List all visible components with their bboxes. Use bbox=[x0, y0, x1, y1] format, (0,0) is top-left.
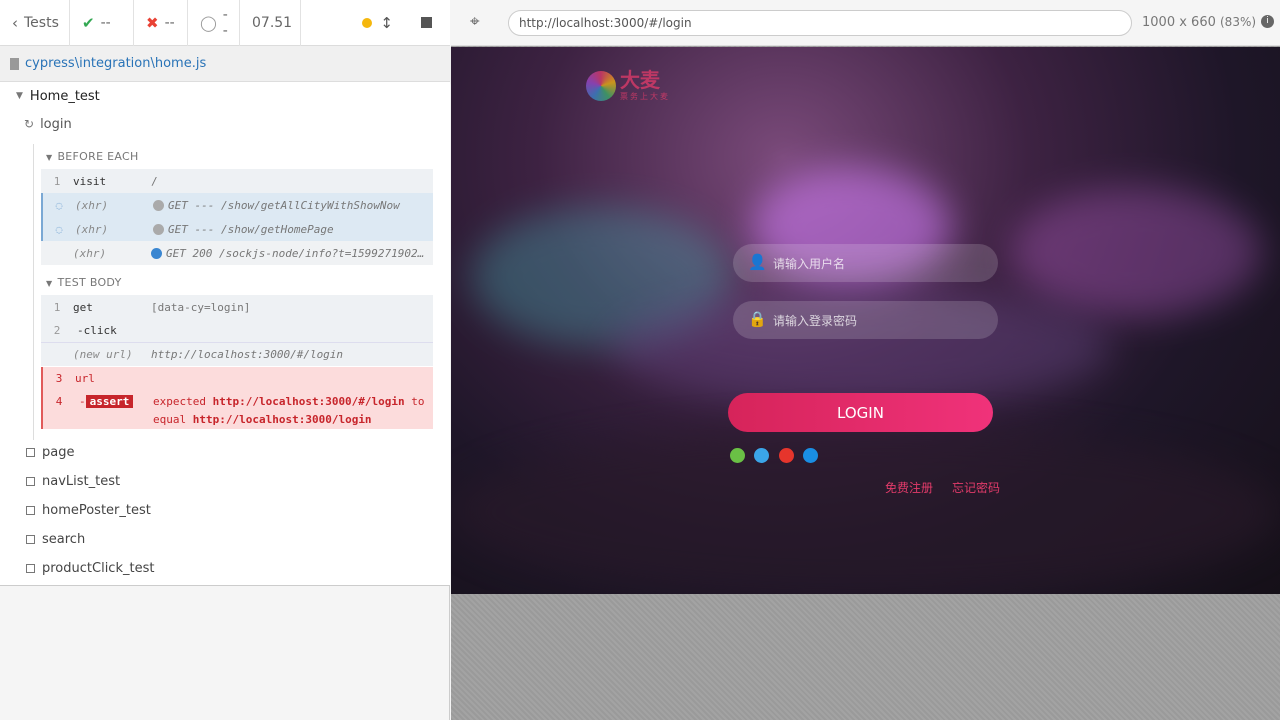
chevron-left-icon: ‹ bbox=[12, 13, 18, 32]
lock-icon: 🔒 bbox=[748, 310, 767, 328]
test-search[interactable]: search bbox=[26, 532, 85, 547]
spinner-icon: ◌ bbox=[55, 222, 63, 236]
duration: 07.51 bbox=[240, 0, 301, 46]
command-get[interactable]: 1 get [data-cy=login] bbox=[41, 295, 433, 319]
checkbox-icon bbox=[26, 477, 35, 486]
spinner-icon: ↻ bbox=[24, 117, 35, 131]
pending-circle-icon: ◯ bbox=[200, 13, 217, 32]
spec-file-header[interactable]: cypress\integration\home.js bbox=[0, 46, 450, 82]
pending-count[interactable]: ◯ -- bbox=[188, 0, 240, 46]
success-dot-icon bbox=[151, 248, 162, 259]
wechat-icon[interactable] bbox=[730, 448, 745, 463]
command-visit[interactable]: 1 visit / bbox=[41, 169, 433, 193]
checkbox-icon bbox=[26, 506, 35, 515]
running-indicator-icon bbox=[362, 17, 373, 28]
app-preview-panel: ⌖ http://localhost:3000/#/login 1000 x 6… bbox=[451, 0, 1280, 720]
weibo-icon[interactable] bbox=[779, 448, 794, 463]
spec-file-name[interactable]: cypress\integration\home.js bbox=[25, 56, 206, 71]
viewport-size: 1000 x 660 (83%) bbox=[1142, 15, 1257, 30]
test-productclick[interactable]: productClick_test bbox=[26, 561, 154, 576]
assertion-error[interactable]: 3 url 4 - assert expected http://localhos… bbox=[41, 367, 433, 429]
caret-down-icon: ▼ bbox=[46, 153, 53, 162]
url-bar[interactable]: http://localhost:3000/#/login bbox=[508, 10, 1132, 36]
stop-button[interactable] bbox=[421, 17, 432, 28]
caret-down-icon: ▼ bbox=[46, 279, 53, 288]
app-viewport: 大麦 票务上大麦 👤 请输入用户名 🔒 请输入登录密码 LOGIN 免费注册 忘… bbox=[451, 47, 1280, 594]
damai-logo: 大麦 票务上大麦 bbox=[586, 69, 670, 102]
checkbox-icon bbox=[26, 564, 35, 573]
alipay-icon[interactable] bbox=[803, 448, 818, 463]
auto-scroll-icon[interactable]: ↕ bbox=[380, 14, 393, 32]
username-input[interactable]: 👤 请输入用户名 bbox=[733, 244, 998, 282]
caret-down-icon: ▼ bbox=[16, 91, 23, 101]
passed-count[interactable]: ✔ -- bbox=[70, 0, 134, 46]
runnables-list: ▼ Home_test ↻ login ▼ BEFORE EACH 1 visit… bbox=[0, 82, 450, 586]
flower-logo-icon bbox=[586, 70, 616, 101]
forgot-password-link[interactable]: 忘记密码 bbox=[952, 479, 1000, 496]
test-page[interactable]: page bbox=[26, 445, 74, 460]
failed-count[interactable]: ✖ -- bbox=[134, 0, 188, 46]
command-xhr-1[interactable]: ◌ (xhr) GET --- /show/getAllCityWithShow… bbox=[41, 193, 433, 217]
tests-label: Tests bbox=[24, 14, 59, 31]
command-xhr-2[interactable]: ◌ (xhr) GET --- /show/getHomePage bbox=[41, 217, 433, 241]
x-icon: ✖ bbox=[146, 13, 159, 32]
test-login[interactable]: ↻ login bbox=[24, 114, 72, 134]
spinner-icon: ◌ bbox=[55, 198, 63, 212]
command-new-url[interactable]: (new url) http://localhost:3000/#/login bbox=[41, 342, 433, 366]
aut-header: ⌖ http://localhost:3000/#/login 1000 x 6… bbox=[451, 0, 1280, 46]
reporter-header: ‹ Tests ✔ -- ✖ -- ◯ -- 07.51 ↕ bbox=[0, 0, 450, 46]
command-log-panel: ‹ Tests ✔ -- ✖ -- ◯ -- 07.51 ↕ cypress\i… bbox=[0, 0, 450, 720]
register-link[interactable]: 免费注册 bbox=[885, 479, 933, 496]
file-icon bbox=[10, 57, 19, 70]
info-icon[interactable]: i bbox=[1261, 15, 1274, 28]
assert-badge: assert bbox=[85, 395, 134, 408]
pending-dot-icon bbox=[153, 200, 164, 211]
login-button[interactable]: LOGIN bbox=[728, 393, 993, 432]
tests-back-button[interactable]: ‹ Tests bbox=[0, 0, 70, 46]
test-navlist[interactable]: navList_test bbox=[26, 474, 120, 489]
test-homeposter[interactable]: homePoster_test bbox=[26, 503, 151, 518]
user-icon: 👤 bbox=[748, 253, 767, 271]
checkbox-icon bbox=[26, 535, 35, 544]
selector-playground-icon[interactable]: ⌖ bbox=[470, 12, 480, 32]
before-each-header[interactable]: ▼ BEFORE EACH bbox=[46, 150, 139, 163]
check-icon: ✔ bbox=[82, 13, 95, 32]
pending-dot-icon bbox=[153, 224, 164, 235]
suite-home-test[interactable]: ▼ Home_test bbox=[16, 86, 100, 106]
password-input[interactable]: 🔒 请输入登录密码 bbox=[733, 301, 998, 339]
checkbox-icon bbox=[26, 448, 35, 457]
qq-icon[interactable] bbox=[754, 448, 769, 463]
test-body-header[interactable]: ▼ TEST BODY bbox=[46, 276, 122, 289]
command-click[interactable]: 2 -click bbox=[41, 318, 433, 342]
command-xhr-3[interactable]: (xhr) GET 200 /sockjs-node/info?t=159927… bbox=[41, 241, 433, 265]
